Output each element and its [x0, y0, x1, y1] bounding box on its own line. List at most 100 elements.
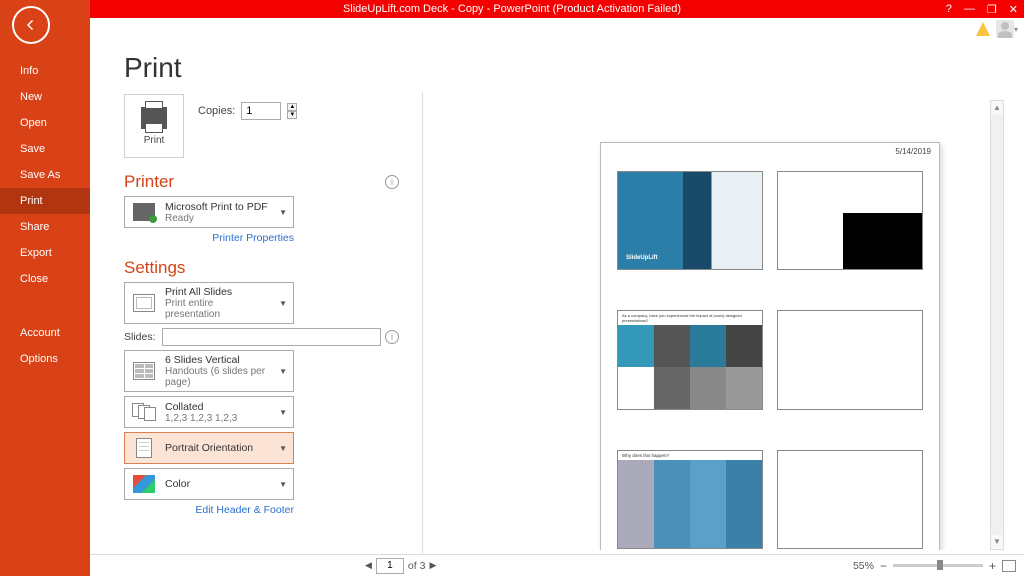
collated-line1: Collated	[165, 401, 271, 413]
slide5-title: Why does this happen?	[618, 451, 762, 460]
prev-page-button[interactable]: ◀	[365, 560, 372, 571]
color-icon	[133, 475, 155, 493]
print-button[interactable]: Print	[124, 94, 184, 158]
slide1-logo: SlideUpLift	[626, 255, 658, 261]
layout-line1: 6 Slides Vertical	[165, 354, 271, 366]
print-button-label: Print	[144, 135, 165, 146]
collate-icon	[132, 403, 156, 421]
window-controls: ? — ❐ ✕	[946, 0, 1024, 18]
slide-thumb-1: SlideUpLift	[617, 171, 763, 270]
orientation-dropdown[interactable]: Portrait Orientation ▼	[124, 432, 294, 464]
slide-thumb-3: As a company, have you experienced the i…	[617, 310, 763, 409]
next-page-button[interactable]: ▶	[429, 560, 436, 571]
printer-heading: Printer	[124, 172, 174, 192]
page-title: Print	[124, 52, 1024, 84]
zoom-controls: 55% − +	[853, 559, 1016, 573]
nav-items-bottom: Account Options	[0, 320, 90, 372]
handout-grid: SlideUpLift As a company, have you exper…	[617, 171, 923, 549]
chevron-down-icon: ▼	[279, 480, 287, 489]
printer-status: Ready	[165, 213, 271, 224]
slide-thumb-4	[777, 310, 923, 409]
account-bar: ▾	[0, 18, 1024, 40]
nav-share[interactable]: Share	[0, 214, 90, 240]
avatar-dropdown-icon[interactable]: ▾	[1014, 25, 1018, 34]
backstage-nav: Info New Open Save Save As Print Share E…	[0, 0, 90, 576]
slide3-title: As a company, have you experienced the i…	[622, 313, 762, 323]
preview-date: 5/14/2019	[895, 147, 931, 156]
copies-up-button[interactable]: ▲	[287, 103, 297, 111]
copies-label: Copies:	[198, 105, 235, 117]
nav-close[interactable]: Close	[0, 266, 90, 292]
zoom-slider-thumb[interactable]	[937, 560, 943, 570]
close-button[interactable]: ✕	[1009, 3, 1018, 16]
portrait-icon	[136, 438, 152, 458]
current-page-input[interactable]	[376, 558, 404, 574]
collated-line2: 1,2,3 1,2,3 1,2,3	[165, 413, 271, 424]
scroll-down-button[interactable]: ▼	[991, 535, 1003, 549]
window-title: SlideUpLift.com Deck - Copy - PowerPoint…	[343, 3, 681, 15]
slide-thumb-6	[777, 450, 923, 549]
nav-export[interactable]: Export	[0, 240, 90, 266]
slides-info-icon[interactable]: i	[385, 330, 399, 344]
back-arrow-icon	[22, 16, 40, 34]
print-range-line2: Print entire presentation	[165, 298, 271, 320]
main-area: Print Print Copies: ▲ ▼ Printer i Mi	[90, 40, 1024, 576]
edit-header-footer-link[interactable]: Edit Header & Footer	[124, 504, 294, 516]
fit-to-window-button[interactable]	[1002, 560, 1016, 572]
printer-icon	[141, 107, 167, 129]
minimize-button[interactable]: —	[964, 3, 975, 15]
user-avatar[interactable]	[996, 20, 1014, 38]
nav-account[interactable]: Account	[0, 320, 90, 346]
chevron-down-icon: ▼	[279, 444, 287, 453]
orientation-line1: Portrait Orientation	[165, 442, 271, 454]
nav-new[interactable]: New	[0, 84, 90, 110]
slides-input[interactable]	[162, 328, 381, 346]
copies-input[interactable]	[241, 102, 281, 120]
page-navigator: ◀ of 3 ▶	[365, 558, 436, 574]
zoom-in-button[interactable]: +	[989, 559, 996, 573]
zoom-slider[interactable]	[893, 564, 983, 567]
restore-button[interactable]: ❐	[987, 3, 997, 16]
preview-sheet: 5/14/2019 1 SlideUpLift As a company, ha…	[600, 142, 940, 550]
color-dropdown[interactable]: Color ▼	[124, 468, 294, 500]
chevron-down-icon: ▼	[279, 208, 287, 217]
preview-scrollbar[interactable]: ▲ ▼	[990, 100, 1004, 550]
scroll-up-button[interactable]: ▲	[991, 101, 1003, 115]
back-button[interactable]	[12, 6, 50, 44]
warning-icon	[976, 22, 990, 36]
printer-name: Microsoft Print to PDF	[165, 201, 271, 213]
copies-down-button[interactable]: ▼	[287, 111, 297, 119]
zoom-level: 55%	[853, 560, 874, 572]
nav-items: Info New Open Save Save As Print Share E…	[0, 58, 90, 292]
nav-save-as[interactable]: Save As	[0, 162, 90, 188]
nav-info[interactable]: Info	[0, 58, 90, 84]
settings-heading: Settings	[124, 258, 185, 278]
nav-open[interactable]: Open	[0, 110, 90, 136]
print-controls: Print Copies: ▲ ▼ Printer i Microsoft Pr…	[124, 94, 399, 516]
print-range-line1: Print All Slides	[165, 286, 271, 298]
printer-info-icon[interactable]: i	[385, 175, 399, 189]
handout-icon	[133, 362, 155, 380]
nav-save[interactable]: Save	[0, 136, 90, 162]
print-range-dropdown[interactable]: Print All Slides Print entire presentati…	[124, 282, 294, 324]
vertical-divider	[422, 92, 423, 564]
printer-dropdown[interactable]: Microsoft Print to PDF Ready ▼	[124, 196, 294, 228]
nav-print[interactable]: Print	[0, 188, 90, 214]
status-bar: ◀ of 3 ▶ 55% − +	[90, 554, 1024, 576]
nav-options[interactable]: Options	[0, 346, 90, 372]
title-bar: SlideUpLift.com Deck - Copy - PowerPoint…	[0, 0, 1024, 18]
layout-line2: Handouts (6 slides per page)	[165, 366, 271, 388]
color-line1: Color	[165, 478, 271, 490]
printer-properties-link[interactable]: Printer Properties	[124, 232, 294, 244]
chevron-down-icon: ▼	[279, 299, 287, 308]
chevron-down-icon: ▼	[279, 367, 287, 376]
layout-dropdown[interactable]: 6 Slides Vertical Handouts (6 slides per…	[124, 350, 294, 392]
slide-thumb-2	[777, 171, 923, 270]
slide-thumb-5: Why does this happen?	[617, 450, 763, 549]
zoom-out-button[interactable]: −	[880, 559, 887, 573]
help-button[interactable]: ?	[946, 3, 952, 15]
collated-dropdown[interactable]: Collated 1,2,3 1,2,3 1,2,3 ▼	[124, 396, 294, 428]
print-preview: ▲ ▼ 5/14/2019 1 SlideUpLift As a company…	[450, 100, 1004, 550]
page-total-label: of 3	[408, 560, 426, 572]
chevron-down-icon: ▼	[279, 408, 287, 417]
